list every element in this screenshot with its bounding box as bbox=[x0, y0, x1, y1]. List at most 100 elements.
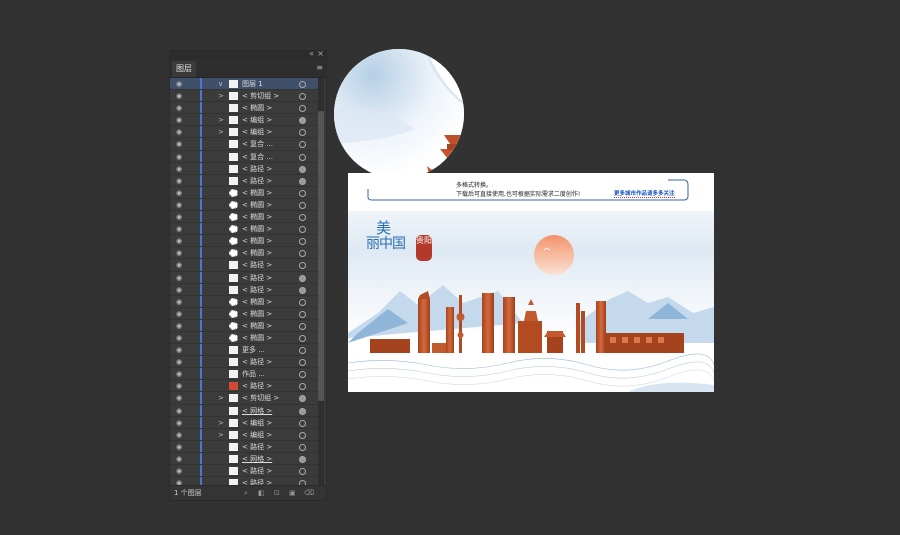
layer-item-row[interactable]: ◉ < 路径 > bbox=[170, 259, 318, 272]
expand-arrow-icon[interactable]: ∨ bbox=[218, 78, 223, 90]
layer-item-row[interactable]: ◉ < 椭圆 > bbox=[170, 186, 318, 199]
target-icon[interactable] bbox=[299, 238, 306, 246]
target-icon[interactable] bbox=[299, 419, 306, 427]
eye-icon[interactable]: ◉ bbox=[176, 235, 184, 247]
layer-item-row[interactable]: ◉ < 椭圆 > bbox=[170, 295, 318, 308]
panel-menu-icon[interactable]: ≡ bbox=[316, 63, 323, 72]
layer-item-row[interactable]: ◉ 作品 ... bbox=[170, 368, 318, 381]
target-icon[interactable] bbox=[299, 141, 306, 149]
layer-item-row[interactable]: ◉ < 椭圆 > bbox=[170, 198, 318, 212]
expand-arrow-icon[interactable]: > bbox=[218, 429, 224, 441]
eye-icon[interactable]: ◉ bbox=[176, 102, 184, 114]
layer-item-row[interactable]: ◉ > < 编组 > bbox=[170, 428, 318, 441]
eye-icon[interactable]: ◉ bbox=[176, 308, 184, 320]
target-icon[interactable] bbox=[299, 262, 306, 270]
layer-item-row[interactable]: ◉ < 椭圆 > bbox=[170, 247, 318, 260]
target-icon[interactable] bbox=[299, 468, 306, 475]
eye-icon[interactable]: ◉ bbox=[176, 78, 184, 90]
target-icon[interactable] bbox=[299, 322, 306, 330]
layer-item-row[interactable]: ◉ < 椭圆 > bbox=[170, 211, 318, 224]
eye-icon[interactable]: ◉ bbox=[176, 187, 184, 199]
new-sublayer-icon[interactable]: ⊡ bbox=[274, 486, 280, 500]
close-icon[interactable]: × bbox=[317, 49, 324, 58]
layer-item-row[interactable]: ◉ < 路径 > bbox=[170, 356, 318, 369]
layer-item-row[interactable]: ◉ > < 剪切组 > bbox=[170, 392, 318, 405]
layer-item-row[interactable]: ◉ > < 编组 > bbox=[170, 114, 318, 127]
eye-icon[interactable]: ◉ bbox=[176, 332, 184, 344]
target-icon[interactable] bbox=[299, 93, 306, 101]
eye-icon[interactable]: ◉ bbox=[176, 138, 184, 150]
eye-icon[interactable]: ◉ bbox=[176, 296, 184, 308]
target-icon[interactable] bbox=[299, 359, 306, 367]
target-icon[interactable] bbox=[299, 117, 306, 125]
layer-item-row[interactable]: ◉ > < 编组 > bbox=[170, 126, 318, 139]
eye-icon[interactable]: ◉ bbox=[176, 417, 184, 429]
layer-item-row[interactable]: ◉ < 椭圆 > bbox=[170, 102, 318, 115]
eye-icon[interactable]: ◉ bbox=[176, 126, 184, 138]
layer-item-row[interactable]: ◉ < 椭圆 > bbox=[170, 307, 318, 320]
eye-icon[interactable]: ◉ bbox=[176, 90, 184, 102]
target-icon[interactable] bbox=[299, 383, 306, 391]
target-icon[interactable] bbox=[299, 347, 306, 355]
layer-item-row[interactable]: ◉ < 路径 > bbox=[170, 380, 318, 393]
eye-icon[interactable]: ◉ bbox=[176, 392, 184, 404]
eye-icon[interactable]: ◉ bbox=[176, 151, 184, 163]
target-icon[interactable] bbox=[299, 371, 306, 379]
target-icon[interactable] bbox=[299, 201, 306, 209]
layer-item-row[interactable]: ◉ < 椭圆 > bbox=[170, 331, 318, 345]
eye-icon[interactable]: ◉ bbox=[176, 465, 184, 477]
eye-icon[interactable]: ◉ bbox=[176, 453, 184, 465]
eye-icon[interactable]: ◉ bbox=[176, 199, 184, 211]
target-icon[interactable] bbox=[299, 310, 306, 318]
more-works-link[interactable]: 更多城市作品请多多关注 bbox=[614, 189, 675, 198]
layer-item-row[interactable]: ◉ < 路径 > bbox=[170, 174, 318, 187]
target-icon[interactable] bbox=[299, 431, 306, 439]
expand-arrow-icon[interactable]: > bbox=[218, 90, 224, 102]
target-icon[interactable] bbox=[299, 129, 306, 137]
eye-icon[interactable]: ◉ bbox=[176, 272, 184, 284]
target-icon[interactable] bbox=[299, 105, 306, 113]
layer-item-row[interactable]: ◉ < 路径 > bbox=[170, 283, 318, 296]
target-icon[interactable] bbox=[299, 153, 306, 161]
layer-item-row[interactable]: ◉ 更多 ... bbox=[170, 344, 318, 357]
eye-icon[interactable]: ◉ bbox=[176, 259, 184, 271]
layer-row[interactable]: ◉ ∨ 图层 1 bbox=[170, 78, 318, 91]
eye-icon[interactable]: ◉ bbox=[176, 247, 184, 259]
eye-icon[interactable]: ◉ bbox=[176, 320, 184, 332]
eye-icon[interactable]: ◉ bbox=[176, 223, 184, 235]
target-icon[interactable] bbox=[299, 250, 306, 258]
eye-icon[interactable]: ◉ bbox=[176, 405, 184, 417]
layer-item-row[interactable]: ◉ < 路径 > bbox=[170, 465, 318, 478]
eye-icon[interactable]: ◉ bbox=[176, 356, 184, 368]
eye-icon[interactable]: ◉ bbox=[176, 114, 184, 126]
target-icon[interactable] bbox=[299, 81, 306, 88]
eye-icon[interactable]: ◉ bbox=[176, 344, 184, 356]
eye-icon[interactable]: ◉ bbox=[176, 368, 184, 380]
expand-arrow-icon[interactable]: > bbox=[218, 392, 224, 404]
target-icon[interactable] bbox=[299, 443, 306, 451]
layer-item-row[interactable]: ◉ < 网格 > bbox=[170, 404, 318, 417]
layer-item-row[interactable]: ◉ < 椭圆 > bbox=[170, 319, 318, 332]
tab-layers[interactable]: 图层 bbox=[172, 61, 196, 77]
target-icon[interactable] bbox=[299, 165, 306, 173]
search-icon[interactable]: ⌕ bbox=[244, 486, 248, 500]
target-icon[interactable] bbox=[299, 177, 306, 185]
target-icon[interactable] bbox=[299, 226, 306, 234]
layer-item-row[interactable]: ◉ < 网格 > bbox=[170, 452, 318, 465]
eye-icon[interactable]: ◉ bbox=[176, 441, 184, 453]
target-icon[interactable] bbox=[299, 407, 306, 415]
collapse-icon[interactable]: « bbox=[309, 49, 314, 58]
layer-item-row[interactable]: ◉ < 复合 ... bbox=[170, 138, 318, 151]
layer-item-row[interactable]: ◉ > < 编组 > bbox=[170, 416, 318, 429]
expand-arrow-icon[interactable]: > bbox=[218, 417, 224, 429]
eye-icon[interactable]: ◉ bbox=[176, 163, 184, 175]
make-clip-icon[interactable]: ◧ bbox=[258, 486, 265, 500]
target-icon[interactable] bbox=[299, 298, 306, 306]
layer-item-row[interactable]: ◉ > < 剪切组 > bbox=[170, 90, 318, 103]
target-icon[interactable] bbox=[299, 395, 306, 403]
layer-item-row[interactable]: ◉ < 椭圆 > bbox=[170, 235, 318, 248]
target-icon[interactable] bbox=[299, 334, 306, 342]
scrollbar-thumb[interactable] bbox=[318, 111, 324, 401]
target-icon[interactable] bbox=[299, 214, 306, 222]
layer-item-row[interactable]: ◉ < 椭圆 > bbox=[170, 223, 318, 236]
